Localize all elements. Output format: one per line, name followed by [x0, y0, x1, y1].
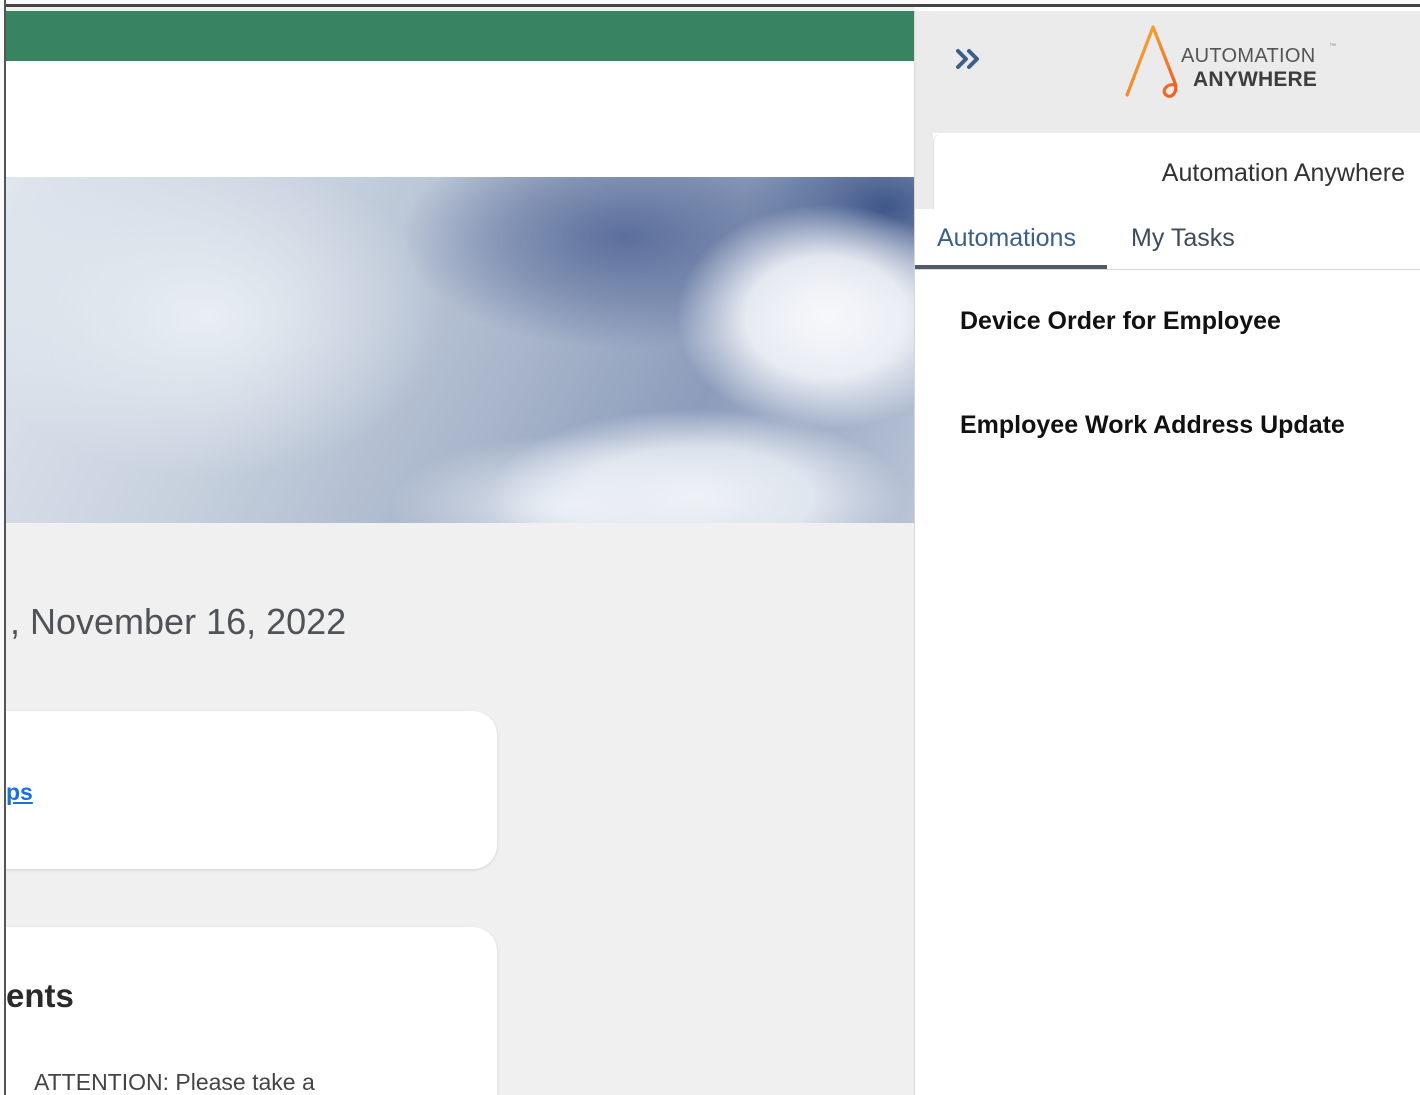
- automation-item-device-order[interactable]: Device Order for Employee: [960, 307, 1281, 336]
- announcement-text: ATTENTION: Please take a: [34, 1069, 315, 1095]
- apps-link[interactable]: ps: [6, 779, 33, 806]
- current-date: , November 16, 2022: [10, 601, 347, 642]
- logo-trademark: ™: [1329, 43, 1336, 50]
- tab-my-tasks[interactable]: My Tasks: [1131, 224, 1235, 253]
- announcements-title: ents: [6, 977, 74, 1014]
- logo-line1: AUTOMATION: [1181, 45, 1316, 67]
- title-left-fill: [915, 133, 933, 209]
- header-band: [6, 61, 914, 177]
- panel-tabs: Automations My Tasks: [915, 209, 1420, 270]
- automation-side-panel: AUTOMATION ANYWHERE ™ Automation Anywher…: [914, 11, 1420, 1095]
- active-tab-indicator: [915, 265, 1107, 269]
- window-frame-top: [0, 0, 1420, 7]
- quick-links-card: [6, 711, 497, 869]
- panel-title: Automation Anywhere: [1161, 159, 1405, 187]
- logo-line2: ANYWHERE: [1193, 68, 1318, 91]
- automation-item-work-address-update[interactable]: Employee Work Address Update: [960, 411, 1345, 440]
- top-header-bar: [6, 11, 914, 61]
- main-page: , November 16, 2022 ps ents ATTENTION: P…: [6, 7, 914, 1095]
- automation-anywhere-logo: AUTOMATION ANYWHERE ™: [1123, 23, 1336, 99]
- tab-automations[interactable]: Automations: [937, 224, 1076, 253]
- panel-header: AUTOMATION ANYWHERE ™: [915, 11, 1420, 111]
- title-strip: [915, 111, 1420, 133]
- double-chevron-right-icon: [956, 49, 979, 69]
- collapse-panel-button[interactable]: [951, 41, 987, 77]
- hero-banner-image: [6, 177, 914, 523]
